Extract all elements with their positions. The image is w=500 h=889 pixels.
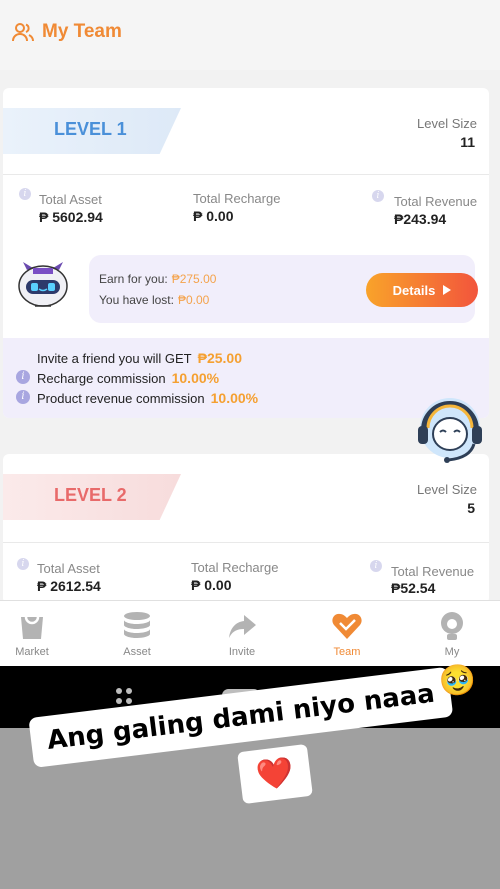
details-label: Details xyxy=(392,282,436,298)
divider xyxy=(3,542,489,543)
divider xyxy=(3,174,489,175)
total-recharge-value: ₱ 0.00 xyxy=(193,208,234,224)
level-2-size-label: Level Size xyxy=(417,482,477,497)
play-arrow-icon xyxy=(443,285,452,295)
info-icon[interactable]: i xyxy=(17,558,29,570)
total-asset-value: ₱ 5602.94 xyxy=(39,209,103,225)
heart-icon: ❤️ xyxy=(254,755,296,793)
recharge-commission-label: Recharge commission xyxy=(37,371,166,386)
invite-friend-row: Invite a friend you will GET ₱25.00 xyxy=(37,350,242,366)
database-icon xyxy=(124,612,150,638)
tab-team[interactable]: Team xyxy=(297,601,397,667)
level-2-size-value: 5 xyxy=(467,500,475,516)
bag-icon xyxy=(21,616,43,639)
product-commission-row: Product revenue commission 10.00% xyxy=(37,390,258,406)
customer-support-icon[interactable] xyxy=(410,388,490,468)
team-icon xyxy=(12,23,34,42)
level-2-title: LEVEL 2 xyxy=(54,485,127,505)
tab-label: My xyxy=(444,646,460,658)
total-asset-label: Total Asset xyxy=(37,561,100,576)
robot-mascot-icon xyxy=(18,262,68,307)
total-asset-label: Total Asset xyxy=(39,192,102,207)
heart-sticker: ❤️ xyxy=(237,743,313,805)
level-1-size-label: Level Size xyxy=(417,116,477,131)
earn-label: Earn for you: xyxy=(99,272,168,286)
details-button[interactable]: Details xyxy=(366,273,478,307)
apps-grid-icon[interactable] xyxy=(114,686,134,706)
tab-invite[interactable]: Invite xyxy=(192,601,292,667)
page-title-text: My Team xyxy=(42,21,122,42)
info-icon[interactable]: i xyxy=(19,188,31,200)
total-revenue-value: ₱52.54 xyxy=(391,580,436,596)
share-arrow-icon xyxy=(229,615,256,638)
level-1-size-value: 11 xyxy=(460,134,475,150)
level-1-card: LEVEL 1 Level Size 11 i Total Asset ₱ 56… xyxy=(3,88,489,418)
level-2-card: LEVEL 2 Level Size 5 i Total Asset ₱ 261… xyxy=(3,454,489,604)
total-recharge-label: Total Recharge xyxy=(191,560,279,575)
tab-label: Market xyxy=(15,646,49,658)
pleading-face-emoji-icon: 🥹 xyxy=(437,662,479,700)
tab-label: Asset xyxy=(123,646,151,658)
product-commission-label: Product revenue commission xyxy=(37,391,205,406)
invite-friend-label: Invite a friend you will GET xyxy=(37,351,192,366)
app-header: My Team xyxy=(0,0,500,70)
tab-market[interactable]: Market xyxy=(0,601,82,667)
total-revenue-value: ₱243.94 xyxy=(394,211,447,227)
total-recharge-value: ₱ 0.00 xyxy=(191,577,232,593)
recharge-commission-row: Recharge commission 10.00% xyxy=(37,370,219,386)
info-icon[interactable]: i xyxy=(16,370,30,384)
tab-asset[interactable]: Asset xyxy=(87,601,187,667)
bottom-tab-bar: Market Asset Invite Team My xyxy=(0,600,500,666)
level-1-title: LEVEL 1 xyxy=(54,119,127,139)
total-revenue-label: Total Revenue xyxy=(394,194,478,209)
tab-label: Team xyxy=(333,646,361,658)
tab-label: Invite xyxy=(228,646,256,658)
recharge-commission-value: 10.00% xyxy=(171,370,220,386)
total-asset-value: ₱ 2612.54 xyxy=(37,578,101,594)
info-icon[interactable]: i xyxy=(370,560,382,572)
total-revenue-label: Total Revenue xyxy=(391,564,475,579)
profile-icon xyxy=(441,612,463,640)
info-icon[interactable]: i xyxy=(16,390,30,404)
page-title: My Team xyxy=(12,21,122,43)
total-recharge-label: Total Recharge xyxy=(193,191,281,206)
info-icon[interactable]: i xyxy=(372,190,384,202)
earn-value: ₱275.00 xyxy=(171,272,217,286)
handshake-heart-icon xyxy=(332,613,362,639)
lost-label: You have lost: xyxy=(99,293,174,307)
invite-friend-value: ₱25.00 xyxy=(197,350,242,366)
product-commission-value: 10.00% xyxy=(210,390,259,406)
lost-value: ₱0.00 xyxy=(177,293,210,307)
tab-my[interactable]: My xyxy=(402,601,500,667)
